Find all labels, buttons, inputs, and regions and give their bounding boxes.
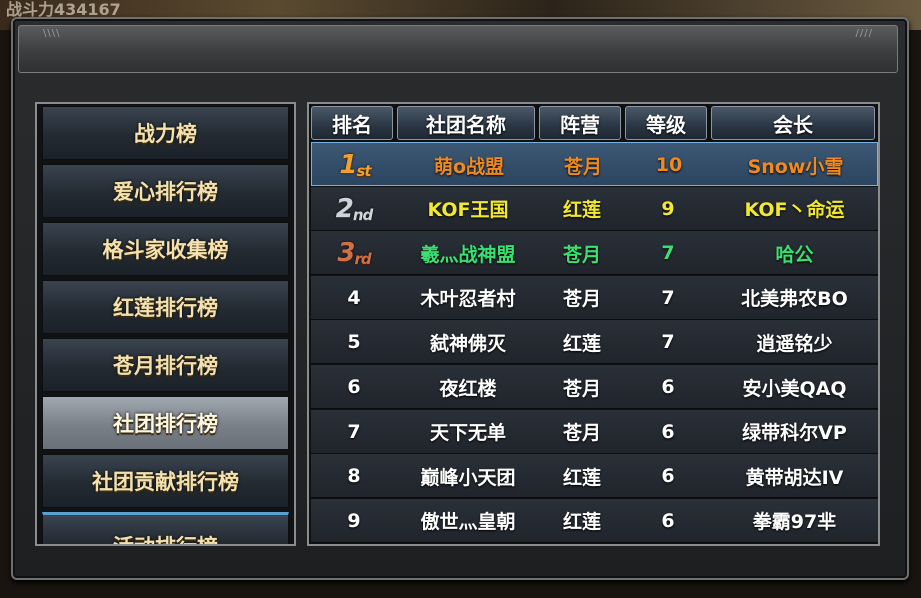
menu-item-fighter-collection[interactable]: 格斗家收集榜 (42, 222, 289, 276)
panel-header-bar (18, 25, 898, 73)
menu-item-blue-moon[interactable]: 苍月排行榜 (42, 338, 289, 392)
cell-name: 夜红楼 (439, 377, 497, 400)
cell-name: 巅峰小天团 (420, 466, 516, 489)
cell-name: 萌o战盟 (433, 155, 505, 178)
cell-leader: 安小美QAQ (742, 377, 847, 400)
table-row[interactable]: 6 夜红楼 苍月 6 安小美QAQ (311, 365, 878, 409)
cell-faction: 苍月 (562, 243, 601, 266)
table-row[interactable]: 7 天下无单 苍月 6 绿带科尔VP (311, 409, 878, 454)
cell-leader: 黄带胡达IV (745, 466, 844, 489)
header-leader[interactable]: 会长 (711, 106, 875, 140)
table-row[interactable]: 1st 萌o战盟 苍月 10 Snow小雪 (311, 142, 878, 186)
rank-badge: 1st (339, 150, 371, 180)
rank-badge: 3rd (337, 238, 371, 269)
rank-badge: 2nd (335, 193, 374, 224)
cell-name: 木叶忍者村 (420, 288, 516, 311)
guild-ranking-table: 排名 社团名称 阵营 等级 会长 1st 萌o战盟 苍月 10 Snow小雪 2nd KOF… (307, 102, 880, 546)
cell-level: 10 (655, 154, 683, 176)
cell-leader: Snow小雪 (747, 155, 844, 178)
cell-level: 6 (661, 509, 675, 532)
cell-level: 6 (661, 420, 675, 443)
cell-leader: 北美弗农BO (741, 288, 848, 311)
cell-faction: 苍月 (563, 155, 602, 178)
cell-faction: 红莲 (562, 466, 601, 489)
cell-faction: 苍月 (562, 377, 601, 400)
table-row[interactable]: 2nd KOF王国 红莲 9 KOF丶命运 (311, 186, 878, 231)
cell-level: 7 (661, 242, 675, 265)
cell-rank: 8 (347, 465, 361, 488)
cell-rank: 5 (347, 331, 361, 354)
cell-rank: 7 (347, 420, 361, 443)
menu-item-guild[interactable]: 社团排行榜 (42, 396, 289, 450)
cell-rank: 9 (347, 509, 361, 532)
cell-name: 羲灬战神盟 (420, 243, 516, 266)
table-row[interactable]: 3rd 羲灬战神盟 苍月 7 哈公 (311, 231, 878, 276)
cell-name: KOF王国 (427, 199, 509, 222)
cell-faction: 红莲 (562, 511, 601, 534)
cell-name: 天下无单 (429, 422, 506, 445)
menu-item-power[interactable]: 战力榜 (42, 106, 289, 160)
table-row[interactable]: 4 木叶忍者村 苍月 7 北美弗农BO (311, 275, 878, 320)
table-row[interactable]: 5 弑神佛灭 红莲 7 逍遥铭少 (311, 320, 878, 365)
cell-leader: 哈公 (775, 243, 814, 266)
cell-rank: 4 (347, 286, 361, 309)
cell-leader: 逍遥铭少 (756, 332, 833, 355)
header-guild-name[interactable]: 社团名称 (397, 106, 535, 140)
cell-level: 9 (661, 197, 675, 220)
table-row[interactable]: 8 巅峰小天团 红莲 6 黄带胡达IV (311, 454, 878, 499)
header-level[interactable]: 等级 (625, 106, 707, 140)
cell-faction: 红莲 (562, 199, 601, 222)
menu-item-red-lotus[interactable]: 红莲排行榜 (42, 280, 289, 334)
cell-name: 弑神佛灭 (429, 332, 506, 355)
header-faction[interactable]: 阵营 (539, 106, 621, 140)
table-row[interactable]: 9 傲世灬皇朝 红莲 6 拳霸97芈 (311, 498, 878, 543)
cell-leader: KOF丶命运 (744, 199, 845, 222)
cell-level: 7 (661, 286, 675, 309)
menu-item-guild-contribution[interactable]: 社团贡献排行榜 (42, 454, 289, 508)
cell-faction: 苍月 (562, 422, 601, 445)
header-rank[interactable]: 排名 (311, 106, 393, 140)
cell-faction: 苍月 (562, 288, 601, 311)
cell-level: 6 (661, 465, 675, 488)
cell-level: 7 (661, 331, 675, 354)
cell-leader: 拳霸97芈 (752, 511, 837, 534)
cell-level: 6 (661, 376, 675, 398)
cell-leader: 绿带科尔VP (742, 422, 847, 445)
cell-rank: 6 (347, 376, 361, 398)
cell-faction: 红莲 (562, 332, 601, 355)
menu-item-love[interactable]: 爱心排行榜 (42, 164, 289, 218)
menu-item-event[interactable]: 活动排行榜 (42, 512, 289, 544)
ranking-category-list[interactable]: 战力榜 爱心排行榜 格斗家收集榜 红莲排行榜 苍月排行榜 社团排行榜 社团贡献排… (35, 102, 296, 546)
cell-name: 傲世灬皇朝 (420, 511, 516, 534)
